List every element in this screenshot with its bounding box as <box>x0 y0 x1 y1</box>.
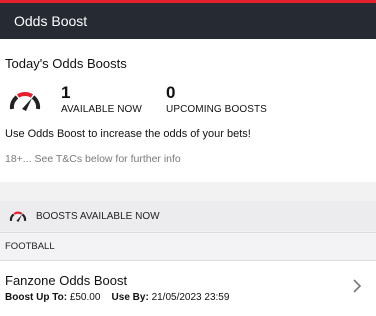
chevron-right-icon[interactable] <box>352 278 362 294</box>
use-by-label: Use By: <box>111 292 149 303</box>
page-title: Odds Boost <box>14 13 88 29</box>
available-count: 1 <box>61 83 71 102</box>
available-now-stat: 1 AVAILABLE NOW <box>61 84 142 115</box>
terms-link[interactable]: 18+... See T&Cs below for further info <box>5 153 181 165</box>
use-by-value: 21/05/2023 23:59 <box>151 292 230 303</box>
odds-boost-summary-card: Today's Odds Boosts 1 AVAILABLE NOW 0 UP… <box>0 39 376 182</box>
speedometer-icon <box>9 92 41 111</box>
upcoming-label: UPCOMING BOOSTS <box>166 104 267 115</box>
category-label: FOOTBALL <box>5 240 55 252</box>
boost-meta: Boost Up To: £50.00 Use By: 21/05/2023 2… <box>5 292 229 303</box>
boost-list-item[interactable]: Fanzone Odds Boost Boost Up To: £50.00 U… <box>0 260 376 316</box>
boosts-available-label: BOOSTS AVAILABLE NOW <box>36 210 160 222</box>
boosts-available-header: BOOSTS AVAILABLE NOW <box>0 201 376 231</box>
boost-up-to-value: £50.00 <box>69 292 101 303</box>
header-bar: Odds Boost <box>0 3 376 39</box>
summary-description: Use Odds Boost to increase the odds of y… <box>5 128 251 140</box>
upcoming-count: 0 <box>166 83 176 102</box>
available-label: AVAILABLE NOW <box>61 104 142 115</box>
boost-title: Fanzone Odds Boost <box>5 273 128 288</box>
summary-title: Today's Odds Boosts <box>5 56 127 71</box>
speedometer-icon <box>9 211 27 222</box>
category-header-football: FOOTBALL <box>0 232 376 259</box>
upcoming-boosts-stat: 0 UPCOMING BOOSTS <box>166 84 267 115</box>
boost-up-to-label: Boost Up To: <box>5 292 68 303</box>
